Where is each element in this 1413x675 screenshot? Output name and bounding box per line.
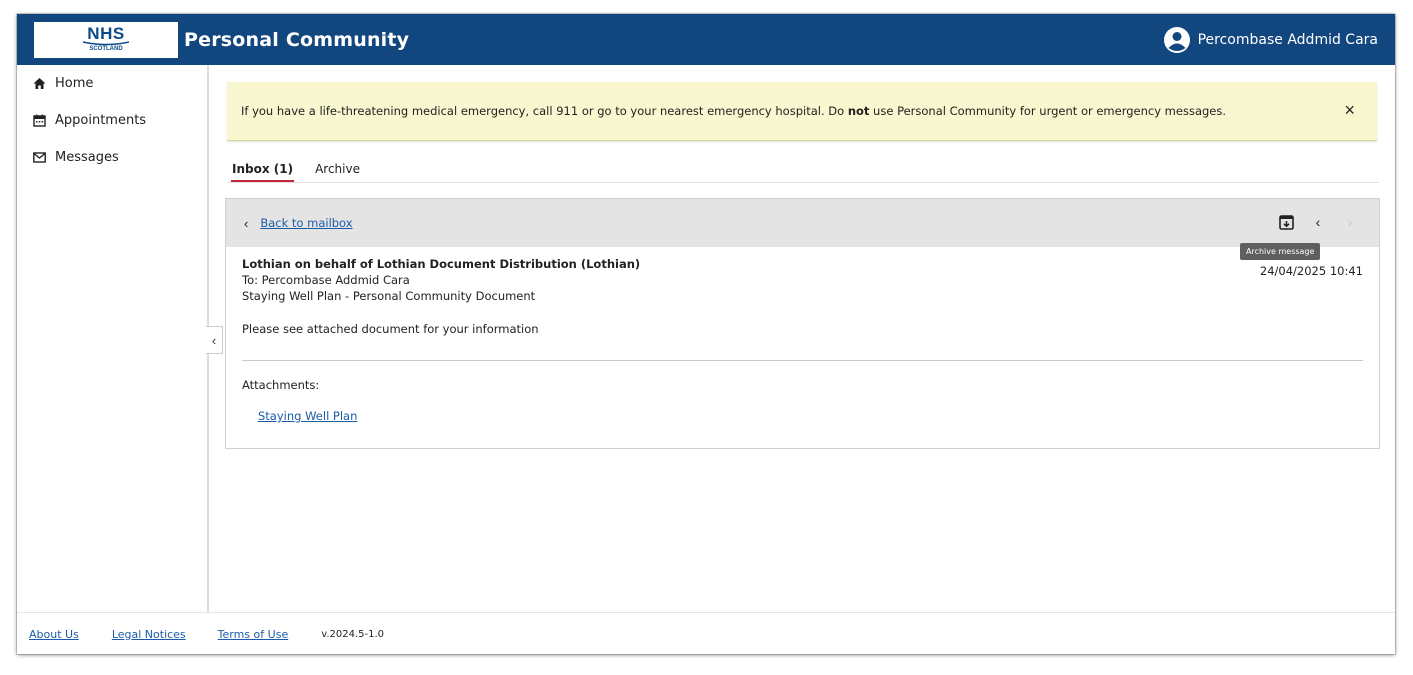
emergency-alert: If you have a life-threatening medical e… xyxy=(227,82,1377,141)
logo-sub-text: SCOTLAND xyxy=(89,46,123,52)
terms-of-use-link[interactable]: Terms of Use xyxy=(218,628,289,641)
sidebar-item-label: Appointments xyxy=(55,113,147,128)
sidebar-item-home[interactable]: Home xyxy=(17,65,207,102)
nhs-scotland-logo[interactable]: NHS SCOTLAND xyxy=(34,21,178,58)
attachments-label: Attachments: xyxy=(242,378,320,392)
user-avatar-icon xyxy=(1163,27,1190,53)
message-subject: Staying Well Plan - Personal Community D… xyxy=(242,289,536,303)
logo-nhs-text: NHS xyxy=(87,24,125,43)
message-sender: Lothian on behalf of Lothian Document Di… xyxy=(242,257,641,271)
alert-text-before: If you have a life-threatening medical e… xyxy=(241,104,848,118)
message-date: 24/04/2025 10:41 xyxy=(1259,264,1363,278)
sidebar-item-label: Home xyxy=(55,76,94,91)
legal-notices-link[interactable]: Legal Notices xyxy=(112,628,186,641)
home-icon xyxy=(33,78,46,89)
divider xyxy=(242,360,1363,361)
sidebar-item-label: Messages xyxy=(55,150,119,165)
previous-message-button[interactable]: ‹ xyxy=(1309,213,1327,231)
tab-inbox[interactable]: Inbox (1) xyxy=(231,160,295,182)
back-to-mailbox-link[interactable]: Back to mailbox xyxy=(260,216,352,230)
alert-text-after: use Personal Community for urgent or eme… xyxy=(869,104,1227,118)
app-title: Personal Community xyxy=(184,28,410,51)
archive-message-button[interactable] xyxy=(1277,213,1295,231)
message-body: Please see attached document for your in… xyxy=(242,322,539,336)
page-footer: About Us Legal Notices Terms of Use v.20… xyxy=(17,612,1395,654)
chevron-right-icon: › xyxy=(1347,214,1353,230)
message-recipient: To: Percombase Addmid Cara xyxy=(242,273,410,287)
about-us-link[interactable]: About Us xyxy=(29,628,79,641)
version-label: v.2024.5-1.0 xyxy=(321,628,385,640)
chevron-left-icon: ‹ xyxy=(211,332,217,348)
message-panel: ‹ Back to mailbox ‹ › Archive message Lo… xyxy=(225,198,1380,449)
sidebar-collapse-button[interactable]: ‹ xyxy=(206,326,223,354)
app-window: NHS SCOTLAND Personal Community Percomba… xyxy=(17,14,1395,654)
close-icon[interactable]: × xyxy=(1344,101,1355,119)
archive-icon xyxy=(1278,214,1294,230)
message-actions: ‹ › xyxy=(1263,213,1359,231)
mailbox-tabs: Inbox (1) Archive xyxy=(227,160,1379,183)
sidebar-item-appointments[interactable]: Appointments xyxy=(17,102,207,139)
chevron-left-icon: ‹ xyxy=(1315,214,1321,230)
top-header: NHS SCOTLAND Personal Community Percomba… xyxy=(17,14,1395,65)
user-menu[interactable]: Percombase Addmid Cara xyxy=(1163,22,1378,58)
calendar-icon xyxy=(33,114,46,127)
sidebar-nav: Home Appointments Messages xyxy=(17,65,209,612)
sidebar-item-messages[interactable]: Messages xyxy=(17,139,207,176)
attachment-link[interactable]: Staying Well Plan xyxy=(258,409,357,423)
alert-text-bold: not xyxy=(847,104,870,118)
user-name: Percombase Addmid Cara xyxy=(1197,32,1378,48)
next-message-button[interactable]: › xyxy=(1341,213,1359,231)
message-content: Lothian on behalf of Lothian Document Di… xyxy=(226,247,1379,424)
mail-icon xyxy=(33,152,46,163)
alert-text: If you have a life-threatening medical e… xyxy=(241,104,1226,118)
tab-archive[interactable]: Archive xyxy=(314,160,361,180)
chevron-left-icon[interactable]: ‹ xyxy=(244,216,248,231)
message-toolbar: ‹ Back to mailbox ‹ › Archive message xyxy=(226,199,1379,260)
